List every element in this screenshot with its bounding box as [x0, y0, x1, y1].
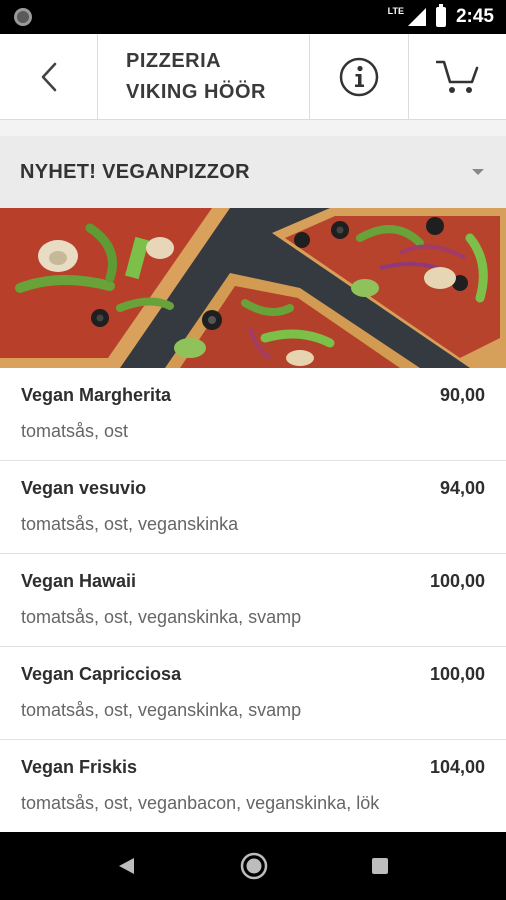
status-bar: LTE 2:45	[0, 0, 506, 34]
cart-button[interactable]	[409, 34, 506, 119]
menu-item-name: Vegan Capricciosa	[21, 664, 182, 684]
menu-item-price: 104,00	[429, 757, 485, 777]
menu-item-price: 100,00	[429, 664, 485, 684]
menu-item-name: Vegan vesuvio	[21, 478, 147, 498]
cart-icon	[435, 60, 478, 93]
menu-item-description: tomatsås, ost, veganskinka	[21, 514, 239, 534]
menu-item-price: 100,00	[429, 571, 485, 591]
system-nav-bar	[0, 832, 506, 900]
restaurant-title: PIZZERIA VIKING HÖÖR	[98, 34, 310, 119]
header-spacer	[0, 120, 506, 136]
battery-icon	[435, 4, 446, 27]
menu-item[interactable]: Vegan Friskis 104,00 tomatsås, ost, vega…	[0, 740, 506, 832]
menu-item[interactable]: Vegan vesuvio 94,00 tomatsås, ost, vegan…	[0, 461, 506, 554]
square-recent-icon[interactable]	[371, 857, 389, 875]
menu-item-description: tomatsås, ost, veganbacon, veganskinka, …	[21, 793, 380, 813]
circle-home-icon[interactable]	[239, 851, 269, 881]
app-screen: PIZZERIA VIKING HÖÖR NYHET! VEGANPIZZOR	[0, 34, 506, 832]
back-button[interactable]	[0, 34, 98, 119]
title-line-2: VIKING HÖÖR	[126, 80, 266, 103]
triangle-back-icon[interactable]	[116, 856, 136, 876]
menu-item-name: Vegan Friskis	[21, 757, 138, 777]
menu-item-description: tomatsås, ost	[21, 421, 129, 441]
category-header[interactable]: NYHET! VEGANPIZZOR	[0, 136, 506, 208]
menu-item[interactable]: Vegan Hawaii 100,00 tomatsås, ost, vegan…	[0, 554, 506, 647]
menu-item-price: 90,00	[439, 385, 485, 405]
menu-item-description: tomatsås, ost, veganskinka, svamp	[21, 607, 302, 627]
status-indicators: LTE 2:45	[382, 0, 494, 34]
network-type: LTE	[387, 6, 404, 16]
menu-list: Vegan Margherita 90,00 tomatsås, ost Veg…	[0, 368, 506, 832]
menu-item[interactable]: Vegan Margherita 90,00 tomatsås, ost	[0, 368, 506, 461]
category-banner-image	[0, 208, 506, 368]
menu-item-name: Vegan Hawaii	[21, 571, 137, 591]
app-header: PIZZERIA VIKING HÖÖR	[0, 34, 506, 120]
info-button[interactable]	[310, 34, 409, 119]
notification-icon	[14, 8, 32, 26]
menu-item-description: tomatsås, ost, veganskinka, svamp	[21, 700, 302, 720]
menu-item[interactable]: Vegan Capricciosa 100,00 tomatsås, ost, …	[0, 647, 506, 740]
chevron-left-icon	[41, 62, 56, 91]
status-time: 2:45	[455, 6, 494, 27]
menu-item-name: Vegan Margherita	[21, 385, 172, 405]
signal-icon	[407, 8, 426, 26]
title-line-1: PIZZERIA	[126, 49, 222, 72]
category-title: NYHET! VEGANPIZZOR	[20, 160, 250, 183]
caret-down-icon	[472, 169, 484, 175]
menu-item-price: 94,00	[439, 478, 485, 498]
info-icon	[339, 57, 379, 96]
